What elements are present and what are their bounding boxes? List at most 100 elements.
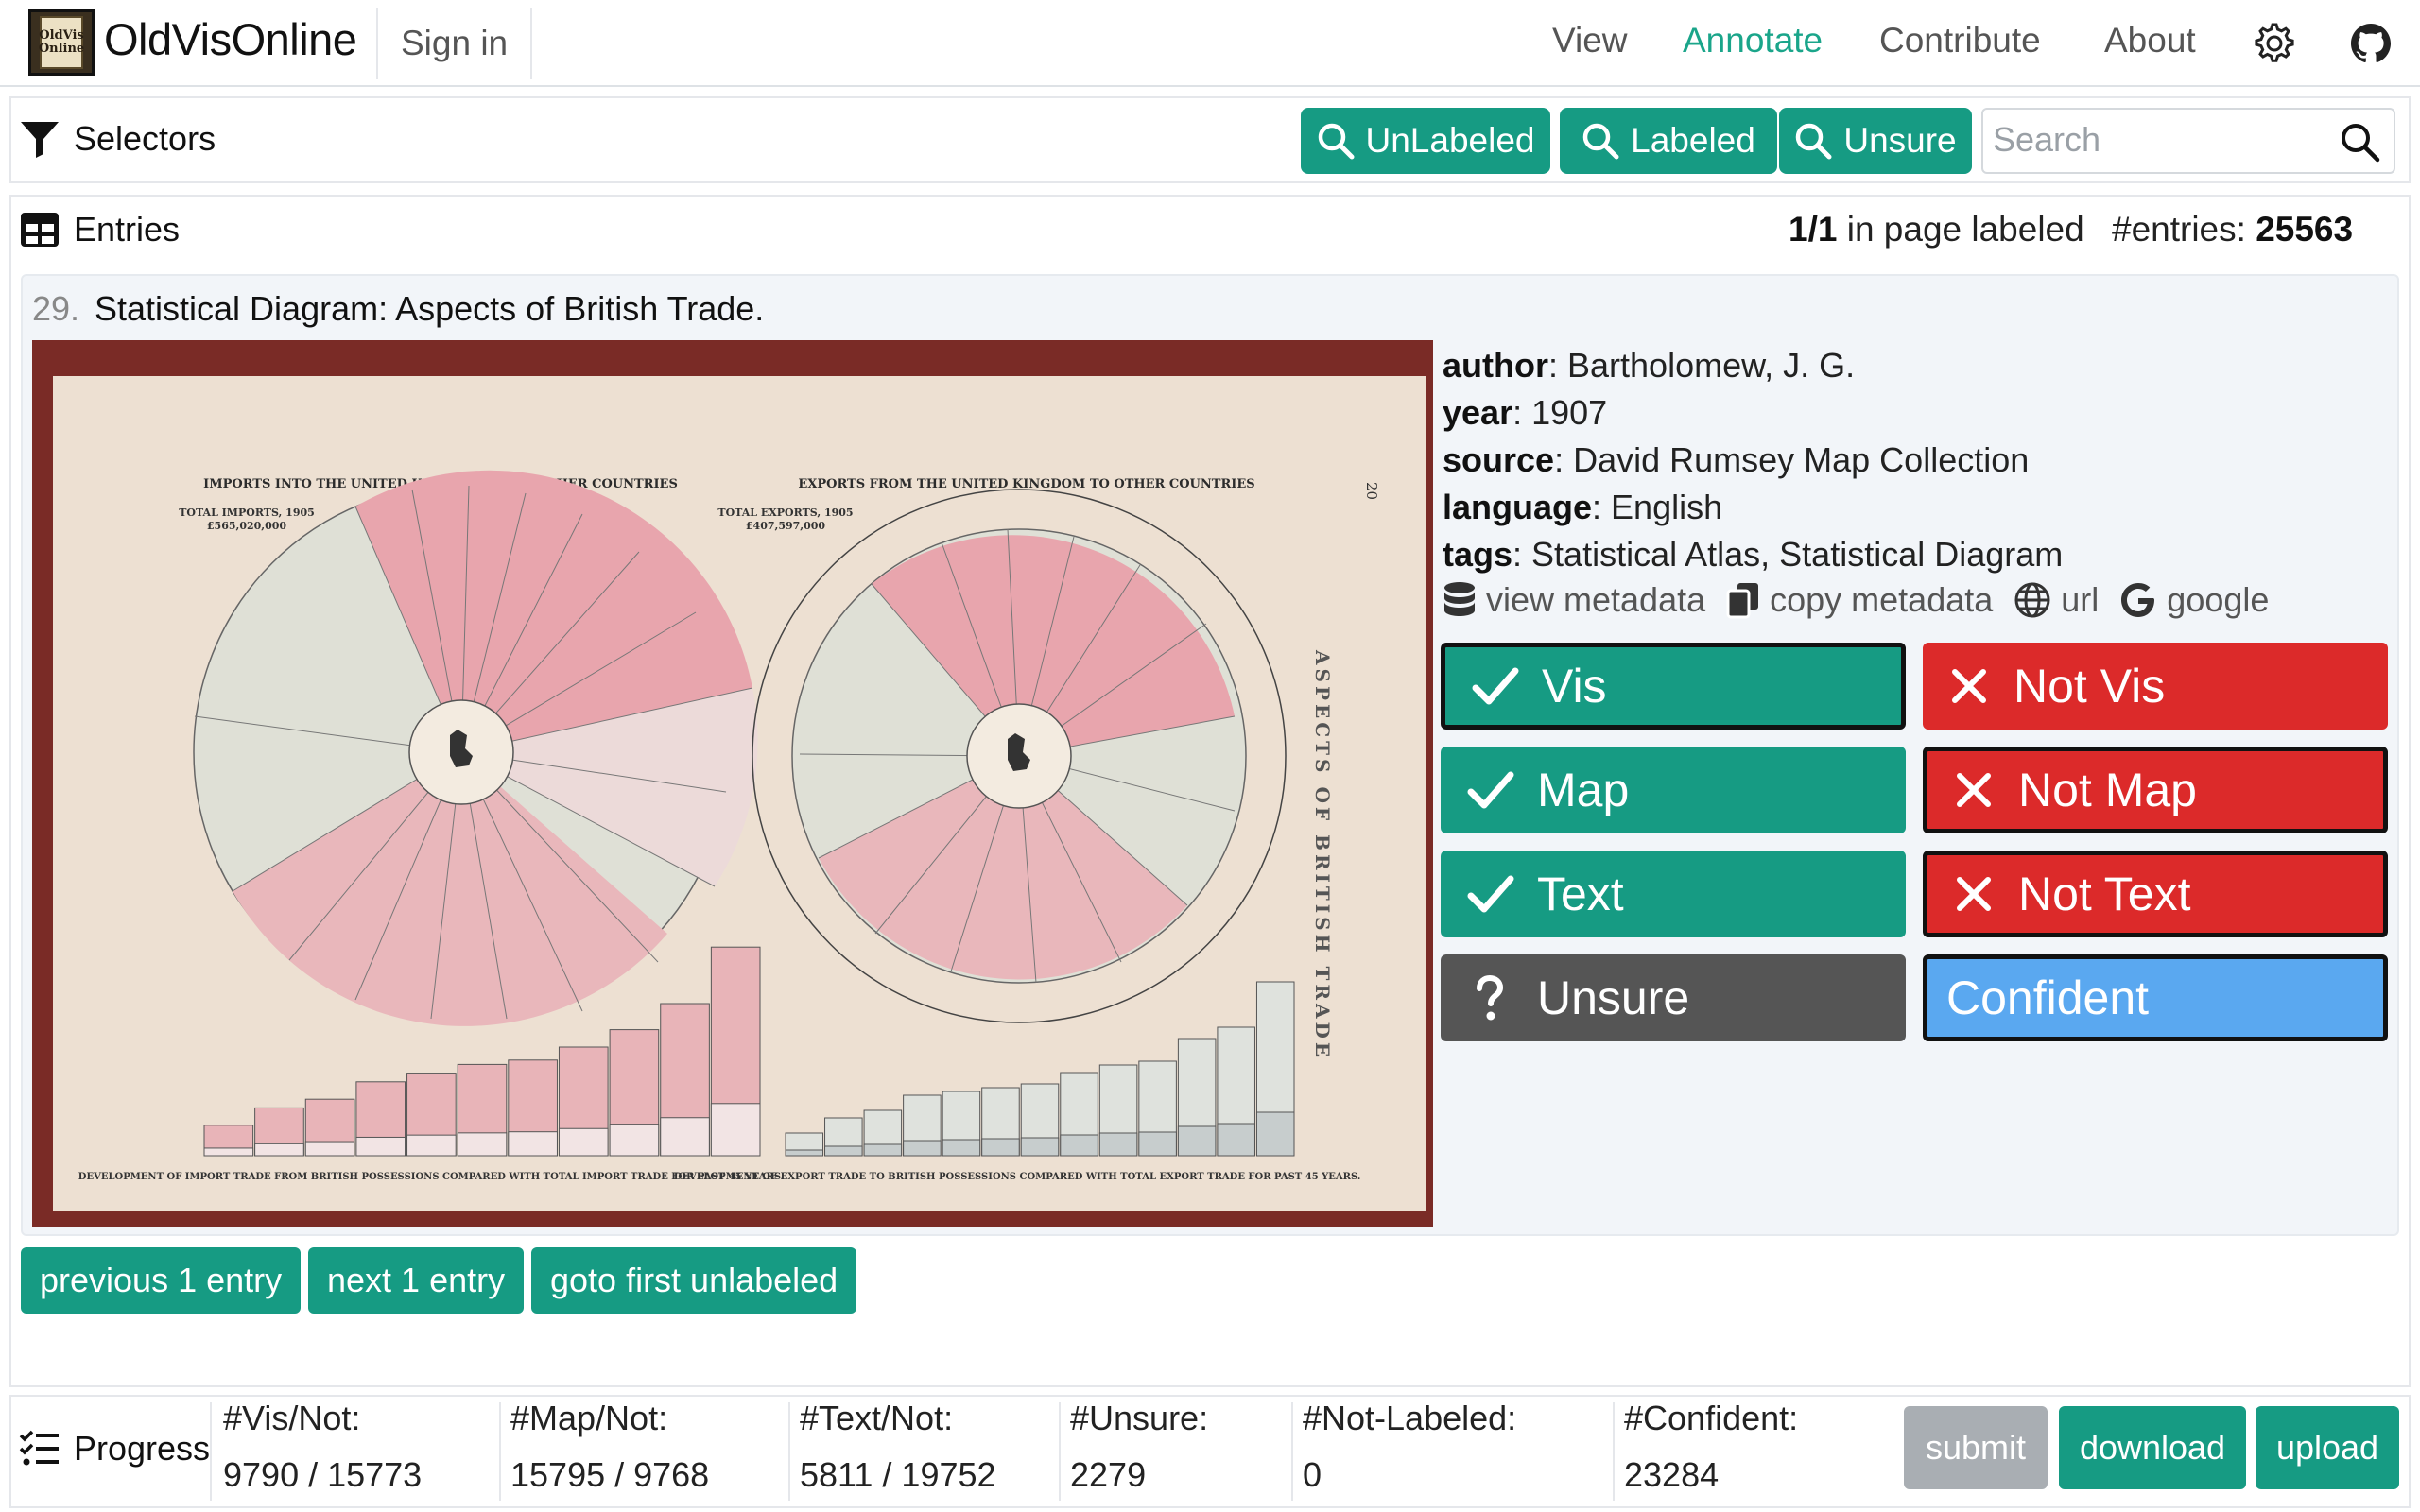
x-icon	[1957, 773, 1991, 807]
nav-annotate[interactable]: Annotate	[1683, 21, 1823, 60]
stat-unsure: #Unsure: 2279	[1070, 1399, 1209, 1494]
label-map-button[interactable]: Map	[1441, 747, 1906, 833]
submit-button[interactable]: submit	[1904, 1406, 2048, 1489]
thumb-bar-segment	[508, 1131, 558, 1157]
thumb-bar-segment	[785, 1149, 824, 1157]
search-icon	[1796, 123, 1832, 160]
upload-label: upload	[2275, 1428, 2379, 1467]
entries-count-value: 25563	[2256, 210, 2354, 249]
thumb-bar-segment	[660, 1117, 710, 1157]
copy-metadata-link[interactable]: copy metadata	[1726, 580, 1993, 620]
globe-icon	[2014, 582, 2050, 618]
meta-source: source: David Rumsey Map Collection	[1443, 440, 2030, 479]
meta-tags-label: tags	[1443, 535, 1513, 574]
progress-divider	[1059, 1402, 1061, 1501]
meta-tags: tags: Statistical Atlas, Statistical Dia…	[1443, 535, 2064, 574]
labeled-in-page-text: in page labeled	[1837, 210, 2084, 249]
next-entry-button[interactable]: next 1 entry	[308, 1247, 525, 1314]
filter-labeled-label: Labeled	[1631, 121, 1755, 160]
thumb-export-bars	[785, 981, 1295, 1157]
stat-text-value: 5811 / 19752	[800, 1455, 996, 1494]
progress-divider	[210, 1402, 212, 1501]
github-icon[interactable]	[2348, 21, 2394, 66]
check-icon	[1467, 875, 1514, 913]
meta-language-label: language	[1443, 488, 1593, 526]
filter-unsure-label: Unsure	[1843, 121, 1957, 160]
submit-label: submit	[1925, 1428, 2027, 1467]
logo-text-line2: Online	[38, 42, 85, 56]
nav-about[interactable]: About	[2104, 21, 2196, 60]
view-metadata-link[interactable]: view metadata	[1443, 580, 1705, 620]
upload-button[interactable]: upload	[2256, 1406, 2399, 1489]
label-not-map-button[interactable]: Not Map	[1923, 747, 2388, 833]
selectors-header: Selectors	[19, 119, 216, 159]
google-icon	[2121, 583, 2155, 617]
search-icon	[1318, 123, 1354, 160]
thumb-total-exports-value: £407,597,000	[746, 520, 826, 532]
signin-link[interactable]: Sign in	[376, 8, 533, 79]
stat-map-label: #Map/Not:	[510, 1399, 668, 1437]
thumb-bar-segment	[1177, 1125, 1217, 1157]
meta-year-label: year	[1443, 393, 1513, 432]
download-button[interactable]: download	[2059, 1406, 2246, 1489]
stat-vis: #Vis/Not: 9790 / 15773	[223, 1399, 422, 1494]
stat-confident-label: #Confident:	[1624, 1399, 1799, 1437]
label-not-vis-text: Not Vis	[2014, 660, 2166, 713]
google-link[interactable]: google	[2119, 580, 2269, 620]
filter-labeled-button[interactable]: Labeled	[1560, 108, 1777, 174]
nav-contribute[interactable]: Contribute	[1879, 21, 2041, 60]
thumb-bar-segment	[1138, 1131, 1177, 1157]
previous-entry-button[interactable]: previous 1 entry	[21, 1247, 302, 1314]
meta-source-value: David Rumsey Map Collection	[1573, 440, 2030, 479]
question-icon	[1477, 974, 1504, 1021]
logo-text-line1: OldVis	[39, 28, 84, 43]
label-vis-button[interactable]: Vis	[1441, 643, 1906, 730]
thumb-bar-segment	[609, 1124, 660, 1157]
brand-name[interactable]: OldVisOnline	[104, 13, 357, 65]
label-unsure-text: Unsure	[1537, 971, 1690, 1024]
thumb-total-imports-value: £565,020,000	[207, 520, 287, 532]
copy-metadata-label: copy metadata	[1770, 580, 1994, 619]
selectors-title: Selectors	[74, 119, 216, 158]
label-confident-button[interactable]: Confident	[1923, 954, 2388, 1041]
entries-title: Entries	[74, 210, 181, 249]
filter-icon	[21, 122, 59, 158]
thumb-caption-right: DEVELOPMENT OF EXPORT TRADE TO BRITISH P…	[674, 1172, 1361, 1182]
thumb-bar-segment	[1060, 1134, 1098, 1157]
logo[interactable]: OldVis Online	[28, 9, 95, 76]
stat-text-label: #Text/Not:	[800, 1399, 954, 1437]
filter-unlabeled-button[interactable]: UnLabeled	[1301, 108, 1550, 174]
label-not-vis-button[interactable]: Not Vis	[1923, 643, 2388, 730]
entry-thumbnail[interactable]: IMPORTS INTO THE UNITED KINGDOM FROM OTH…	[32, 340, 1433, 1227]
url-label: url	[2061, 580, 2100, 619]
search-icon[interactable]	[2339, 121, 2380, 163]
search-input[interactable]	[1983, 110, 2314, 170]
google-label: google	[2167, 580, 2270, 619]
meta-source-label: source	[1443, 440, 1555, 479]
label-not-text-button[interactable]: Not Text	[1923, 850, 2388, 937]
first-unlabeled-button[interactable]: goto first unlabeled	[531, 1247, 857, 1314]
meta-links: view metadata copy metadata url google	[1443, 580, 2280, 620]
meta-language-value: English	[1611, 488, 1723, 526]
stat-not-labeled: #Not-Labeled: 0	[1303, 1399, 1516, 1494]
progress-divider	[1291, 1402, 1293, 1501]
stat-confident: #Confident: 23284	[1624, 1399, 1799, 1494]
thumb-bar-segment	[558, 1127, 609, 1157]
table-icon	[21, 213, 59, 247]
search-icon	[1582, 123, 1619, 160]
progress-divider	[499, 1402, 501, 1501]
progress-divider	[788, 1402, 790, 1501]
entries-header: Entries	[19, 210, 180, 249]
filter-unsure-button[interactable]: Unsure	[1779, 108, 1972, 174]
thumbnail-page: IMPORTS INTO THE UNITED KINGDOM FROM OTH…	[53, 376, 1426, 1211]
label-text-button[interactable]: Text	[1441, 850, 1906, 937]
thumb-bar-segment	[304, 1141, 355, 1157]
stat-unsure-label: #Unsure:	[1070, 1399, 1209, 1437]
thumb-side-title: ASPECTS OF BRITISH TRADE	[1311, 649, 1334, 1060]
nav-view[interactable]: View	[1552, 21, 1628, 60]
label-not-map-text: Not Map	[2018, 764, 2197, 816]
label-not-text-text: Not Text	[2018, 868, 2191, 920]
gear-icon[interactable]	[2252, 21, 2297, 66]
label-unsure-button[interactable]: Unsure	[1441, 954, 1906, 1041]
url-link[interactable]: url	[2014, 580, 2099, 620]
